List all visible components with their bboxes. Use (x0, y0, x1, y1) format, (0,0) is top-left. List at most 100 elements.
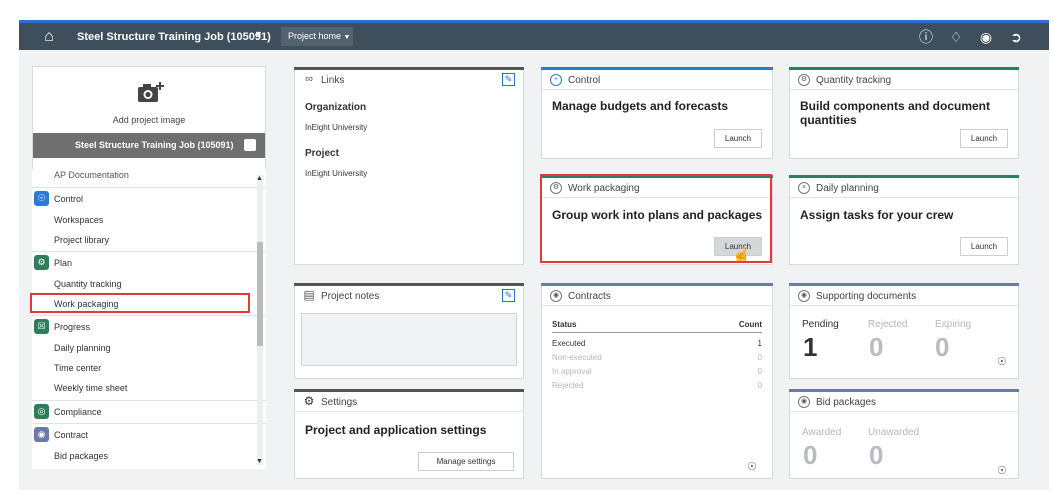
awarded-count[interactable]: 0 (803, 440, 817, 471)
sidebar-group-progress[interactable]: ☒ Progress (32, 315, 266, 337)
chevron-down-icon[interactable]: ▼ (254, 29, 263, 39)
sidebar-scroll-thumb[interactable] (257, 242, 263, 346)
org-heading: Organization (305, 102, 367, 113)
tile-header: ⚙ Quantity tracking (790, 70, 1018, 90)
camera-icon[interactable] (244, 139, 256, 151)
table-divider (552, 332, 762, 333)
app-frame: ⌂ Steel Structure Training Job (105091) … (19, 20, 1049, 490)
tile-title: Contracts (568, 291, 611, 302)
eye-icon[interactable]: ☉ (997, 464, 1007, 477)
contract-status: Executed (552, 339, 586, 348)
unawarded-count[interactable]: 0 (869, 440, 883, 471)
contract-count: 0 (757, 367, 762, 376)
sidebar-group-label: Control (54, 194, 84, 204)
sidebar-item-project-library[interactable]: Project library (54, 235, 109, 245)
chevron-down-icon: ▼ (343, 34, 351, 41)
launch-button[interactable]: Launch (960, 129, 1008, 148)
sidebar-group-plan[interactable]: ⚙ Plan (32, 251, 266, 273)
project-name: Steel Structure Training Job (105091) (75, 140, 234, 150)
pending-count[interactable]: 1 (803, 332, 817, 363)
sidebar-group-contract[interactable]: ◉ Contract (32, 423, 266, 445)
sidebar-item-bid-packages[interactable]: Bid packages (54, 451, 108, 461)
compliance-icon: ◎ (34, 404, 49, 419)
user-icon[interactable]: ◉ (977, 28, 995, 46)
links-tile: ∞ Links ✎ Organization InEight Universit… (294, 67, 524, 265)
bid-packages-tile: ◉ Bid packages Awarded Unawarded 0 0 ☉ (789, 389, 1019, 479)
contract-status: Non-executed (552, 353, 602, 362)
contract-icon: ◉ (34, 427, 49, 442)
tile-title: Daily planning (816, 183, 879, 194)
project-home-dropdown[interactable]: Project home ▼ (281, 27, 353, 46)
sidebar-group-label: Progress (54, 322, 91, 332)
project-heading: Project (305, 148, 339, 159)
sidebar-item-workspaces[interactable]: Workspaces (54, 215, 103, 225)
help-icon[interactable]: ⓘ (917, 28, 935, 46)
sidebar-group-control[interactable]: ☉ Control (32, 187, 266, 209)
sidebar-group-label: Compliance (54, 407, 102, 417)
expiring-label: Expiring (935, 319, 972, 330)
highlight-work-packaging (30, 293, 250, 313)
bid-package-icon: ◉ (798, 396, 810, 408)
plan-icon: ⚙ (34, 255, 49, 270)
scroll-down-icon[interactable]: ▼ (256, 458, 263, 465)
edit-icon[interactable]: ✎ (502, 73, 515, 86)
contract-count: 0 (757, 381, 762, 390)
tile-header: ∞ Links ✎ (295, 70, 523, 90)
tile-header: ◉ Bid packages (790, 392, 1018, 412)
manage-settings-button[interactable]: Manage settings (418, 452, 514, 471)
launch-button[interactable]: Launch (960, 237, 1008, 256)
tile-title: Control (568, 75, 601, 86)
sidebar-item-quantity-tracking[interactable]: Quantity tracking (54, 279, 122, 289)
project-link[interactable]: InEight University (305, 169, 367, 178)
document-icon: ◉ (798, 290, 810, 302)
rejected-label: Rejected (868, 319, 908, 330)
gear-icon: ⚙ (303, 394, 315, 408)
tile-header: ◉ Supporting documents (790, 286, 1018, 306)
add-project-image-label[interactable]: Add project image (33, 115, 265, 125)
eye-icon[interactable]: ☉ (997, 355, 1007, 368)
sidebar-item-time-center[interactable]: Time center (54, 363, 101, 373)
project-name-bar: Steel Structure Training Job (105091) (33, 133, 265, 158)
expiring-count[interactable]: 0 (935, 332, 949, 363)
org-link[interactable]: InEight University (305, 123, 367, 132)
tile-header: × Daily planning (790, 178, 1018, 198)
sidebar-group-compliance[interactable]: ◎ Compliance (32, 400, 266, 422)
bell-icon[interactable]: ♢ (947, 28, 965, 46)
sidebar-item-daily-planning[interactable]: Daily planning (54, 343, 111, 353)
awarded-label: Awarded (802, 427, 842, 438)
launch-button[interactable]: Launch (714, 129, 762, 148)
count-header: Count (738, 320, 762, 329)
project-image-card: Add project image Steel Structure Traini… (32, 66, 266, 179)
notes-textarea[interactable] (301, 313, 517, 366)
project-home-label: Project home (288, 31, 342, 41)
edit-icon[interactable]: ✎ (502, 289, 515, 302)
scroll-up-icon[interactable]: ▲ (256, 175, 263, 182)
project-notes-tile: ▤ Project notes ✎ (294, 283, 524, 379)
unawarded-label: Unawarded (868, 427, 920, 438)
tile-description: Assign tasks for your crew (800, 208, 954, 222)
contract-status: In approval (552, 367, 592, 376)
job-selector[interactable]: Steel Structure Training Job (105091) (77, 31, 271, 43)
contract-icon: ◉ (550, 290, 562, 302)
quantity-tracking-icon: ⚙ (798, 74, 810, 86)
rejected-count[interactable]: 0 (869, 332, 883, 363)
sidebar-item-weekly-time-sheet[interactable]: Weekly time sheet (54, 383, 127, 393)
daily-planning-icon: × (798, 182, 810, 194)
sidebar-group-label: Plan (54, 258, 73, 268)
control-icon: + (550, 74, 562, 86)
tile-header: ◉ Contracts (542, 286, 772, 306)
notes-icon: ▤ (303, 288, 315, 302)
sidebar-item-ap-documentation[interactable]: AP Documentation (54, 170, 129, 180)
logout-icon[interactable]: ➲ (1007, 28, 1025, 46)
eye-icon[interactable]: ☉ (747, 460, 757, 473)
tile-header: ▤ Project notes ✎ (295, 286, 523, 306)
tile-title: Settings (321, 397, 358, 408)
add-camera-icon[interactable] (136, 79, 166, 105)
tile-title: Bid packages (816, 397, 877, 408)
tile-description: Manage budgets and forecasts (552, 99, 729, 113)
control-tile: + Control Manage budgets and forecasts L… (541, 67, 773, 159)
home-icon[interactable]: ⌂ (40, 28, 58, 46)
contract-count: 0 (757, 353, 762, 362)
contracts-tile: ◉ Contracts Status Count Executed 1 Non-… (541, 283, 773, 479)
top-bar: ⌂ Steel Structure Training Job (105091) … (19, 20, 1049, 50)
